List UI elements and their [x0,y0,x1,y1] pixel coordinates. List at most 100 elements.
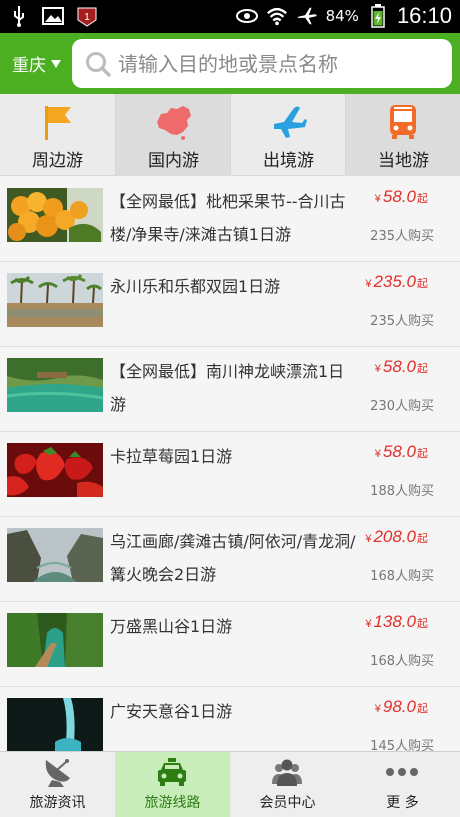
tour-price: ¥58.0起 [375,357,428,377]
price-unit: 起 [417,448,428,460]
tab-label: 国内游 [148,151,199,171]
airplane-icon [296,5,318,27]
sold-count: 235人购买 [370,314,434,329]
currency-symbol: ¥ [374,703,381,715]
price-value: 208.0 [373,527,416,546]
list-item[interactable]: 永川乐和乐都双园1日游 ¥235.0起 235人购买 [0,262,460,347]
sold-count: 168人购买 [370,569,434,584]
tour-title: 乌江画廊/龚滩古镇/阿依河/青龙洞/篝火晚会2日游 [110,532,356,584]
sold-count: 235人购买 [370,229,434,244]
airplane-icon [274,106,307,138]
eye-icon [235,5,258,27]
image-icon [42,5,64,27]
dropdown-arrow-icon [51,59,61,68]
satellite-dish-icon [45,759,70,787]
price-value: 58.0 [382,357,416,376]
currency-symbol: ¥ [365,533,372,545]
price-unit: 起 [417,363,428,375]
tour-title: 广安天意谷1日游 [110,702,233,721]
sold-count: 168人购买 [370,654,434,669]
tour-title: 卡拉草莓园1日游 [110,447,233,466]
list-item[interactable]: 卡拉草莓园1日游 ¥58.0起 188人购买 [0,432,460,517]
nav-label: 会员中心 [259,795,316,811]
city-selector[interactable]: 重庆 [12,51,61,76]
price-value: 58.0 [382,187,416,206]
tour-price: ¥98.0起 [375,697,428,717]
more-dots-icon [386,768,418,776]
price-value: 58.0 [382,442,416,461]
thumbnail-resort [7,273,103,327]
nav-label: 旅游线路 [144,795,201,811]
list-item[interactable]: 乌江画廊/龚滩古镇/阿依河/青龙洞/篝火晚会2日游 ¥208.0起 168人购买 [0,517,460,602]
price-value: 98.0 [382,697,416,716]
wifi-icon [266,5,288,27]
nav-more[interactable]: 更 多 [345,752,460,817]
search-box[interactable] [72,39,452,88]
nav-label: 旅游资讯 [29,795,86,811]
tour-price: ¥58.0起 [375,442,428,462]
tour-title: 【全网最低】南川神龙峡漂流1日游 [110,362,345,414]
tour-price: ¥58.0起 [375,187,428,207]
nav-travel-routes[interactable]: 旅游线路 [115,752,230,817]
nav-member-center[interactable]: 会员中心 [230,752,345,817]
currency-symbol: ¥ [374,448,381,460]
tab-local[interactable]: 当地游 [345,94,460,176]
list-item[interactable]: 万盛黑山谷1日游 ¥138.0起 168人购买 [0,602,460,687]
status-bar: 1 84% 16:10 [0,0,460,33]
china-map-icon [157,106,191,140]
search-input[interactable] [118,51,438,76]
currency-symbol: ¥ [374,363,381,375]
nav-travel-news[interactable]: 旅游资讯 [0,752,115,817]
tab-domestic[interactable]: 国内游 [115,94,230,176]
battery-icon [367,4,389,28]
tab-nearby[interactable]: 周边游 [0,94,115,176]
price-unit: 起 [417,193,428,205]
thumbnail-valley [7,613,103,667]
tab-label: 出境游 [263,151,314,171]
price-unit: 起 [417,703,428,715]
car-icon [158,758,186,786]
usb-icon [8,5,30,27]
app-header: 重庆 [0,33,460,94]
tab-label: 当地游 [378,151,429,171]
thumbnail-gorge [7,358,103,412]
nav-label: 更 多 [386,795,419,811]
bus-icon [390,105,416,139]
members-icon [272,759,302,786]
tab-outbound[interactable]: 出境游 [230,94,345,176]
notification-badge-icon: 1 [76,5,98,27]
city-label: 重庆 [12,56,46,76]
tab-label: 周边游 [32,151,83,171]
price-unit: 起 [417,618,428,630]
currency-symbol: ¥ [374,193,381,205]
category-tabs: 周边游 国内游 出境游 当地游 [0,94,460,176]
tour-list: 【全网最低】枇杷采果节--合川古楼/净果寺/涞滩古镇1日游 ¥58.0起 235… [0,177,460,751]
thumbnail-loquat [7,188,103,242]
tour-title: 永川乐和乐都双园1日游 [110,277,281,296]
sold-count: 145人购买 [370,739,434,751]
list-item[interactable]: 【全网最低】南川神龙峡漂流1日游 ¥58.0起 230人购买 [0,347,460,432]
price-value: 235.0 [373,272,416,291]
tour-price: ¥208.0起 [365,527,428,547]
bottom-nav: 旅游资讯 旅游线路 会员中心 更 多 [0,751,460,817]
thumbnail-waterfall [7,698,103,751]
list-item[interactable]: 广安天意谷1日游 ¥98.0起 145人购买 [0,687,460,751]
battery-percent: 84% [325,7,359,25]
price-unit: 起 [417,278,428,290]
thumbnail-mountain-river [7,528,103,582]
price-value: 138.0 [373,612,416,631]
search-icon [86,51,111,77]
tour-price: ¥138.0起 [365,612,428,632]
currency-symbol: ¥ [365,278,372,290]
currency-symbol: ¥ [365,618,372,630]
flag-icon [45,106,71,140]
list-item[interactable]: 【全网最低】枇杷采果节--合川古楼/净果寺/涞滩古镇1日游 ¥58.0起 235… [0,177,460,262]
tour-title: 【全网最低】枇杷采果节--合川古楼/净果寺/涞滩古镇1日游 [110,192,346,244]
thumbnail-strawberry [7,443,103,497]
price-unit: 起 [417,533,428,545]
sold-count: 188人购买 [370,484,434,499]
clock: 16:10 [396,3,452,28]
badge-count: 1 [84,12,90,23]
tour-title: 万盛黑山谷1日游 [110,617,233,636]
sold-count: 230人购买 [370,399,434,414]
